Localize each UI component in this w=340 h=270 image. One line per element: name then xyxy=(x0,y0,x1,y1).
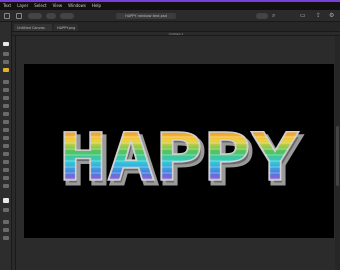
zoom-tool-icon[interactable] xyxy=(3,184,9,188)
lasso-tool-icon[interactable] xyxy=(3,60,9,64)
tab-untitled-canvas[interactable]: Untitled Canvas xyxy=(14,24,52,31)
shape-tool-icon[interactable] xyxy=(3,168,9,172)
crop-tool-icon[interactable] xyxy=(3,80,9,84)
menu-bar: Text Layer Select View Windows Help xyxy=(0,2,340,10)
menu-item-text[interactable]: Text xyxy=(3,2,11,10)
tab-label: HAPPY.png xyxy=(57,25,76,30)
document-tab-bar: Untitled Canvas HAPPY.png xyxy=(12,22,340,32)
ruler-label: Untitled-1 xyxy=(168,31,184,36)
happy-artwork: HAPPY HAPPY HAPPY xyxy=(58,118,304,201)
tab-label: Untitled Canvas xyxy=(17,25,45,30)
clone-tool-icon[interactable] xyxy=(3,104,9,108)
document-title: HAPPY rainbow text.psd xyxy=(125,14,167,18)
share-icon[interactable]: ⇪ xyxy=(316,12,321,20)
tab-happy-png[interactable]: HAPPY.png xyxy=(54,24,78,31)
type-tool-icon[interactable] xyxy=(3,152,9,156)
tool-option-dropdown[interactable] xyxy=(28,13,42,19)
background-color-swatch[interactable] xyxy=(3,208,9,212)
tool-option-toggle[interactable] xyxy=(46,13,56,19)
healing-tool-icon[interactable] xyxy=(3,96,9,100)
pen-tool-icon[interactable] xyxy=(3,144,9,148)
dodge-tool-icon[interactable] xyxy=(3,136,9,140)
menu-item-help[interactable]: Help xyxy=(92,2,101,10)
scrollbar-thumb[interactable] xyxy=(336,126,339,186)
happy-text-stripes: HAPPY xyxy=(59,119,299,196)
screen-mode-icon[interactable] xyxy=(3,228,9,232)
menu-item-select[interactable]: Select xyxy=(34,2,46,10)
settings-icon[interactable]: ⚙ xyxy=(329,12,334,20)
search-icon[interactable]: ⌕ xyxy=(272,12,275,20)
more-tools-icon[interactable] xyxy=(3,236,9,240)
image-canvas[interactable]: HAPPY HAPPY HAPPY xyxy=(24,64,334,238)
menu-item-layer[interactable]: Layer xyxy=(17,2,28,10)
brush-tool-icon[interactable] xyxy=(3,68,9,72)
document-title-field[interactable]: HAPPY rainbow text.psd xyxy=(116,13,176,19)
blur-tool-icon[interactable] xyxy=(3,128,9,132)
vertical-scrollbar[interactable] xyxy=(335,36,340,270)
gradient-tool-icon[interactable] xyxy=(3,120,9,124)
quick-mask-icon[interactable] xyxy=(3,220,9,224)
path-select-tool-icon[interactable] xyxy=(3,160,9,164)
marquee-tool-icon[interactable] xyxy=(3,52,9,56)
eyedropper-tool-icon[interactable] xyxy=(3,88,9,92)
eraser-tool-icon[interactable] xyxy=(3,112,9,116)
tool-option-mode[interactable] xyxy=(60,13,74,19)
foreground-color-swatch[interactable] xyxy=(3,198,9,203)
tools-panel xyxy=(0,22,12,270)
home-icon[interactable] xyxy=(4,13,10,19)
tool-preset-icon[interactable] xyxy=(16,13,22,19)
options-toolbar: HAPPY rainbow text.psd ⌕ ▭ ⇪ ⚙ xyxy=(0,10,340,22)
arrange-button[interactable] xyxy=(256,13,268,19)
menu-item-view[interactable]: View xyxy=(53,2,63,10)
hand-tool-icon[interactable] xyxy=(3,176,9,180)
menu-item-windows[interactable]: Windows xyxy=(68,2,86,10)
workspace-icon[interactable]: ▭ xyxy=(300,12,306,20)
move-tool-icon[interactable] xyxy=(3,42,9,46)
